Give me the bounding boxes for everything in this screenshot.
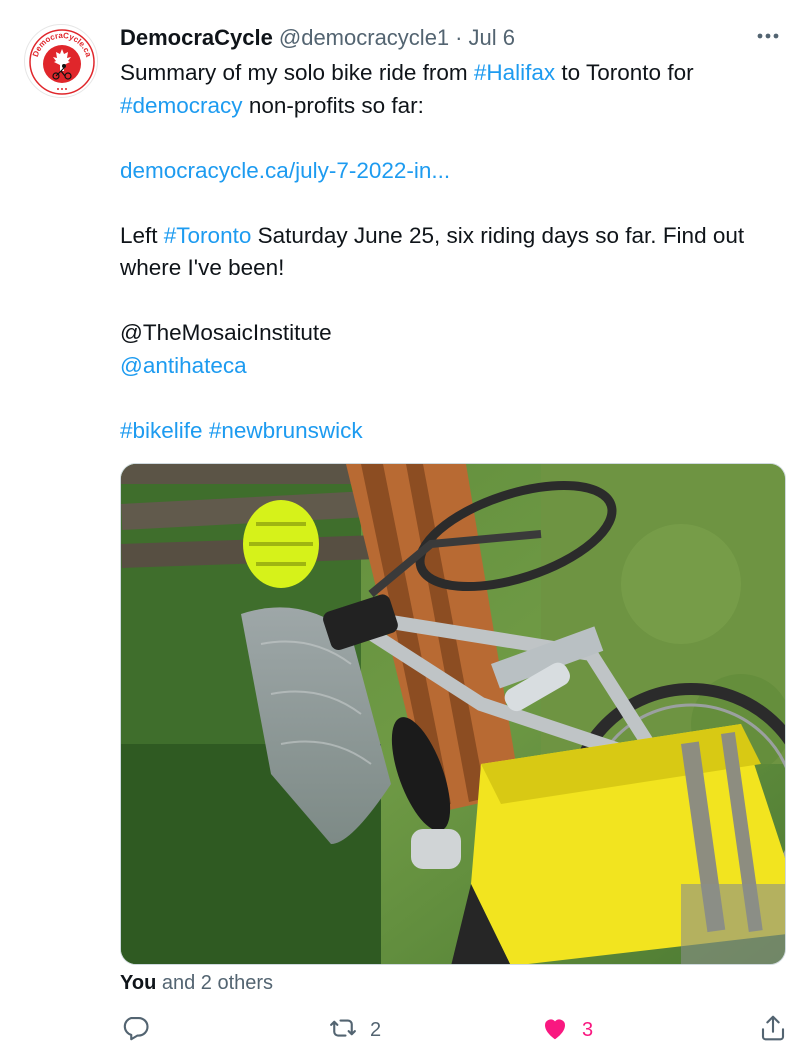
mention-mosaic-institute[interactable]: @TheMosaicInstitute	[120, 320, 332, 345]
more-horizontal-icon[interactable]	[754, 22, 782, 56]
separator-dot: ·	[455, 25, 463, 50]
share-icon	[758, 1013, 788, 1048]
tweet-photo[interactable]	[120, 463, 786, 965]
avatar[interactable]: DemocraCycle.ca	[24, 24, 98, 98]
reply-button[interactable]	[120, 1013, 150, 1048]
author-handle[interactable]: @democracycle1	[279, 25, 449, 51]
tweet-header: DemocraCycle @democracycle1 · Jul 6	[120, 24, 780, 52]
reply-icon	[120, 1013, 150, 1048]
hashtag-bikelife[interactable]: #bikelife	[120, 418, 203, 443]
hashtag-toronto[interactable]: #Toronto	[164, 223, 252, 248]
retweet-button[interactable]: 2	[328, 1013, 381, 1048]
liked-by-you: You	[120, 972, 157, 994]
author-name[interactable]: DemocraCycle	[120, 25, 273, 51]
like-button[interactable]: 3	[540, 1013, 593, 1048]
heart-filled-icon	[540, 1013, 570, 1048]
like-count: 3	[582, 1019, 594, 1041]
liked-by[interactable]: You and 2 others	[120, 972, 273, 995]
text-segment: non-profits so far:	[242, 92, 424, 118]
retweet-icon	[328, 1013, 358, 1048]
tweet-actions: 2 3	[120, 1013, 790, 1053]
share-button[interactable]	[758, 1013, 788, 1048]
hashtag-democracy[interactable]: #democracy	[120, 93, 243, 118]
liked-by-others: and 2 others	[156, 972, 274, 994]
text-segment: to Toronto for	[555, 60, 694, 85]
article-link[interactable]: democracycle.ca/july-7-2022-in...	[120, 158, 450, 183]
hashtag-newbrunswick[interactable]: #newbrunswick	[209, 418, 363, 443]
text-segment: Summary of my solo bike ride from	[120, 60, 474, 85]
retweet-count: 2	[370, 1019, 382, 1041]
hashtag-halifax[interactable]: #Halifax	[474, 60, 555, 85]
tweet-date[interactable]: Jul 6	[469, 25, 515, 51]
tweet-text: Summary of my solo bike ride from #Halif…	[120, 57, 780, 447]
text-segment: Left	[120, 222, 164, 248]
mention-antihateca[interactable]: @antihateca	[120, 353, 247, 378]
